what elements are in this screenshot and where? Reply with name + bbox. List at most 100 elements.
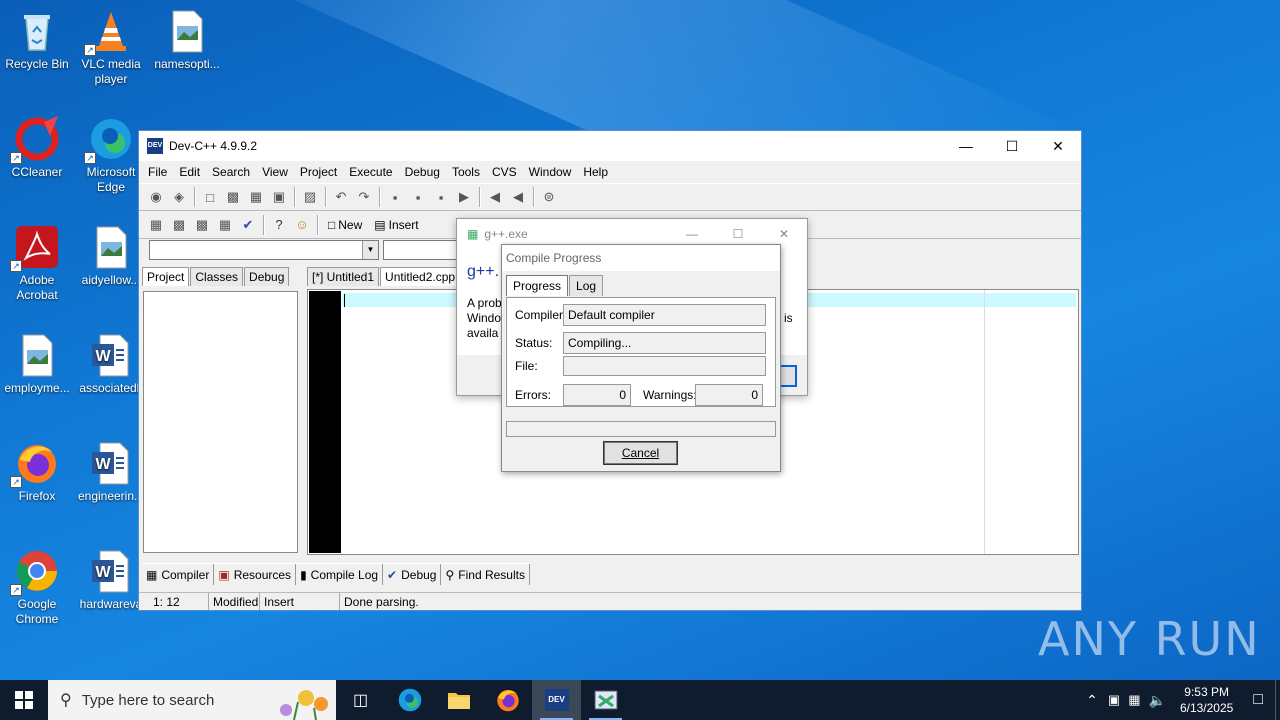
desktop-icon-associatedk[interactable]: W associatedk — [74, 332, 148, 396]
tab-find-results[interactable]: ⚲ Find Results — [441, 564, 530, 585]
word-document-icon: W — [88, 440, 134, 486]
close-button[interactable]: ✕ — [761, 227, 807, 241]
open-file-icon[interactable]: ▩ — [222, 186, 244, 208]
help-icon[interactable]: ? — [268, 214, 290, 236]
cancel-button[interactable]: Cancel — [603, 441, 678, 465]
clock[interactable]: 9:53 PM 6/13/2025 — [1170, 684, 1243, 716]
redo-icon[interactable]: ↷ — [353, 186, 375, 208]
volume-icon[interactable]: 🔈 — [1145, 692, 1170, 709]
taskbar-firefox[interactable] — [483, 680, 532, 720]
minimize-button[interactable]: — — [669, 227, 715, 241]
desktop-icon-ccleaner[interactable]: ↗ CCleaner — [0, 116, 74, 180]
task-view-button[interactable]: ◫ — [336, 680, 385, 720]
find-next-icon[interactable]: ▪ — [430, 186, 452, 208]
desktop-icon-namesopti[interactable]: namesopti... — [150, 8, 224, 72]
close-button[interactable]: ✕ — [1035, 131, 1081, 161]
desktop-icon-chrome[interactable]: ↗ Google Chrome — [0, 548, 74, 627]
replace-icon[interactable]: ▪ — [407, 186, 429, 208]
menu-search[interactable]: Search — [206, 165, 256, 179]
tab-resources[interactable]: ▣ Resources — [214, 564, 297, 585]
desktop-icon-hardwareva[interactable]: W hardwareva — [74, 548, 148, 612]
stop-icon[interactable]: ⊜ — [538, 186, 560, 208]
tab-progress[interactable]: Progress — [506, 275, 569, 296]
forward-icon[interactable]: ◀ — [507, 186, 529, 208]
about-icon[interactable]: ☺ — [291, 214, 313, 236]
member-combo[interactable] — [383, 240, 463, 260]
save-all-icon[interactable]: ▣ — [268, 186, 290, 208]
menu-bar: File Edit Search View Project Execute De… — [139, 161, 1081, 183]
compile-progress-dialog: Compile Progress Progress Log Compiler: … — [501, 244, 781, 472]
insert-button-label: Insert — [388, 217, 419, 232]
desktop-icon-vlc[interactable]: ↗ VLC media player — [74, 8, 148, 87]
taskbar-gpp[interactable] — [581, 680, 630, 720]
desktop-icon-firefox[interactable]: ↗ Firefox — [0, 440, 74, 504]
menu-tools[interactable]: Tools — [446, 165, 486, 179]
taskbar-devcpp[interactable]: DEV — [532, 680, 581, 720]
project-tree[interactable] — [143, 291, 298, 553]
toolbar-main: ◉ ◈ □ ▩ ▦ ▣ ▨ ↶ ↷ ▪ ▪ ▪ ▶ ◀ ◀ ⊜ — [139, 183, 1081, 211]
goto-line-icon[interactable]: ▶ — [453, 186, 475, 208]
tab-log[interactable]: Log — [569, 275, 604, 296]
menu-edit[interactable]: Edit — [173, 165, 206, 179]
chevron-up-icon[interactable]: ⌃ — [1080, 692, 1104, 709]
tab-debug[interactable]: Debug — [244, 267, 290, 286]
network-icon[interactable]: ▦ — [1124, 692, 1144, 708]
compile-run-icon[interactable]: ▩ — [191, 214, 213, 236]
maximize-button[interactable]: ☐ — [989, 131, 1035, 161]
gpp-message-fragment: is — [784, 311, 793, 325]
taskbar-edge[interactable] — [385, 680, 434, 720]
find-icon[interactable]: ▪ — [384, 186, 406, 208]
shortcut-arrow-icon: ↗ — [10, 260, 22, 272]
desktop-icon-acrobat[interactable]: ↗ Adobe Acrobat — [0, 224, 74, 303]
network-device-icon[interactable]: ▣ — [1104, 692, 1124, 708]
menu-file[interactable]: File — [142, 165, 173, 179]
gpp-app-icon: ▦ — [467, 227, 479, 241]
close-project-icon[interactable]: ◈ — [168, 186, 190, 208]
tab-untitled2[interactable]: Untitled2.cpp — [380, 267, 461, 286]
minimize-button[interactable]: — — [943, 131, 989, 161]
menu-project[interactable]: Project — [294, 165, 343, 179]
rebuild-icon[interactable]: ▦ — [214, 214, 236, 236]
desktop-icon-engineerin[interactable]: W engineerin... — [74, 440, 148, 504]
clock-time: 9:53 PM — [1184, 685, 1229, 699]
menu-debug[interactable]: Debug — [399, 165, 446, 179]
gpp-heading: g++. — [467, 263, 500, 280]
taskbar-search[interactable]: ⚲ Type here to search — [48, 680, 336, 720]
desktop-icon-edge[interactable]: ↗ Microsoft Edge — [74, 116, 148, 195]
print-icon[interactable]: ▨ — [299, 186, 321, 208]
start-button[interactable] — [0, 680, 48, 720]
menu-window[interactable]: Window — [523, 165, 578, 179]
desktop-icon-label: engineerin... — [77, 489, 145, 503]
tab-compiler[interactable]: ▦ Compiler — [142, 564, 215, 585]
new-file-icon[interactable]: □ — [199, 186, 221, 208]
run-icon[interactable]: ▩ — [168, 214, 190, 236]
save-icon[interactable]: ▦ — [245, 186, 267, 208]
tab-untitled1[interactable]: [*] Untitled1 — [307, 267, 380, 286]
menu-execute[interactable]: Execute — [343, 165, 398, 179]
taskbar-file-explorer[interactable] — [434, 680, 483, 720]
new-button[interactable]: □ New — [322, 218, 368, 232]
desktop-icon-aidyellow[interactable]: aidyellow... — [74, 224, 148, 288]
menu-help[interactable]: Help — [577, 165, 614, 179]
undo-icon[interactable]: ↶ — [330, 186, 352, 208]
compile-progress-title[interactable]: Compile Progress — [502, 245, 780, 271]
back-icon[interactable]: ◀ — [484, 186, 506, 208]
menu-view[interactable]: View — [256, 165, 294, 179]
tab-project[interactable]: Project — [142, 267, 190, 286]
open-project-icon[interactable]: ◉ — [145, 186, 167, 208]
tab-compile-log[interactable]: ▮ Compile Log — [296, 564, 384, 585]
tab-classes[interactable]: Classes — [190, 267, 244, 286]
menu-cvs[interactable]: CVS — [486, 165, 523, 179]
notification-icon[interactable]: □ — [1243, 691, 1275, 709]
insert-button[interactable]: ▤ Insert — [368, 218, 424, 232]
desktop-icon-employme[interactable]: employme... — [0, 332, 74, 396]
compile-icon[interactable]: ▦ — [145, 214, 167, 236]
class-combo[interactable]: ▼ — [149, 240, 379, 260]
desktop-icon-recycle-bin[interactable]: Recycle Bin — [0, 8, 74, 72]
show-desktop-button[interactable] — [1275, 680, 1280, 720]
new-page-icon: □ — [328, 217, 336, 232]
window-titlebar[interactable]: DEV Dev-C++ 4.9.9.2 — ☐ ✕ — [139, 131, 1081, 161]
check-syntax-icon[interactable]: ✔ — [237, 214, 259, 236]
maximize-button[interactable]: ☐ — [715, 227, 761, 241]
tab-debug-output[interactable]: ✔ Debug — [383, 564, 442, 585]
